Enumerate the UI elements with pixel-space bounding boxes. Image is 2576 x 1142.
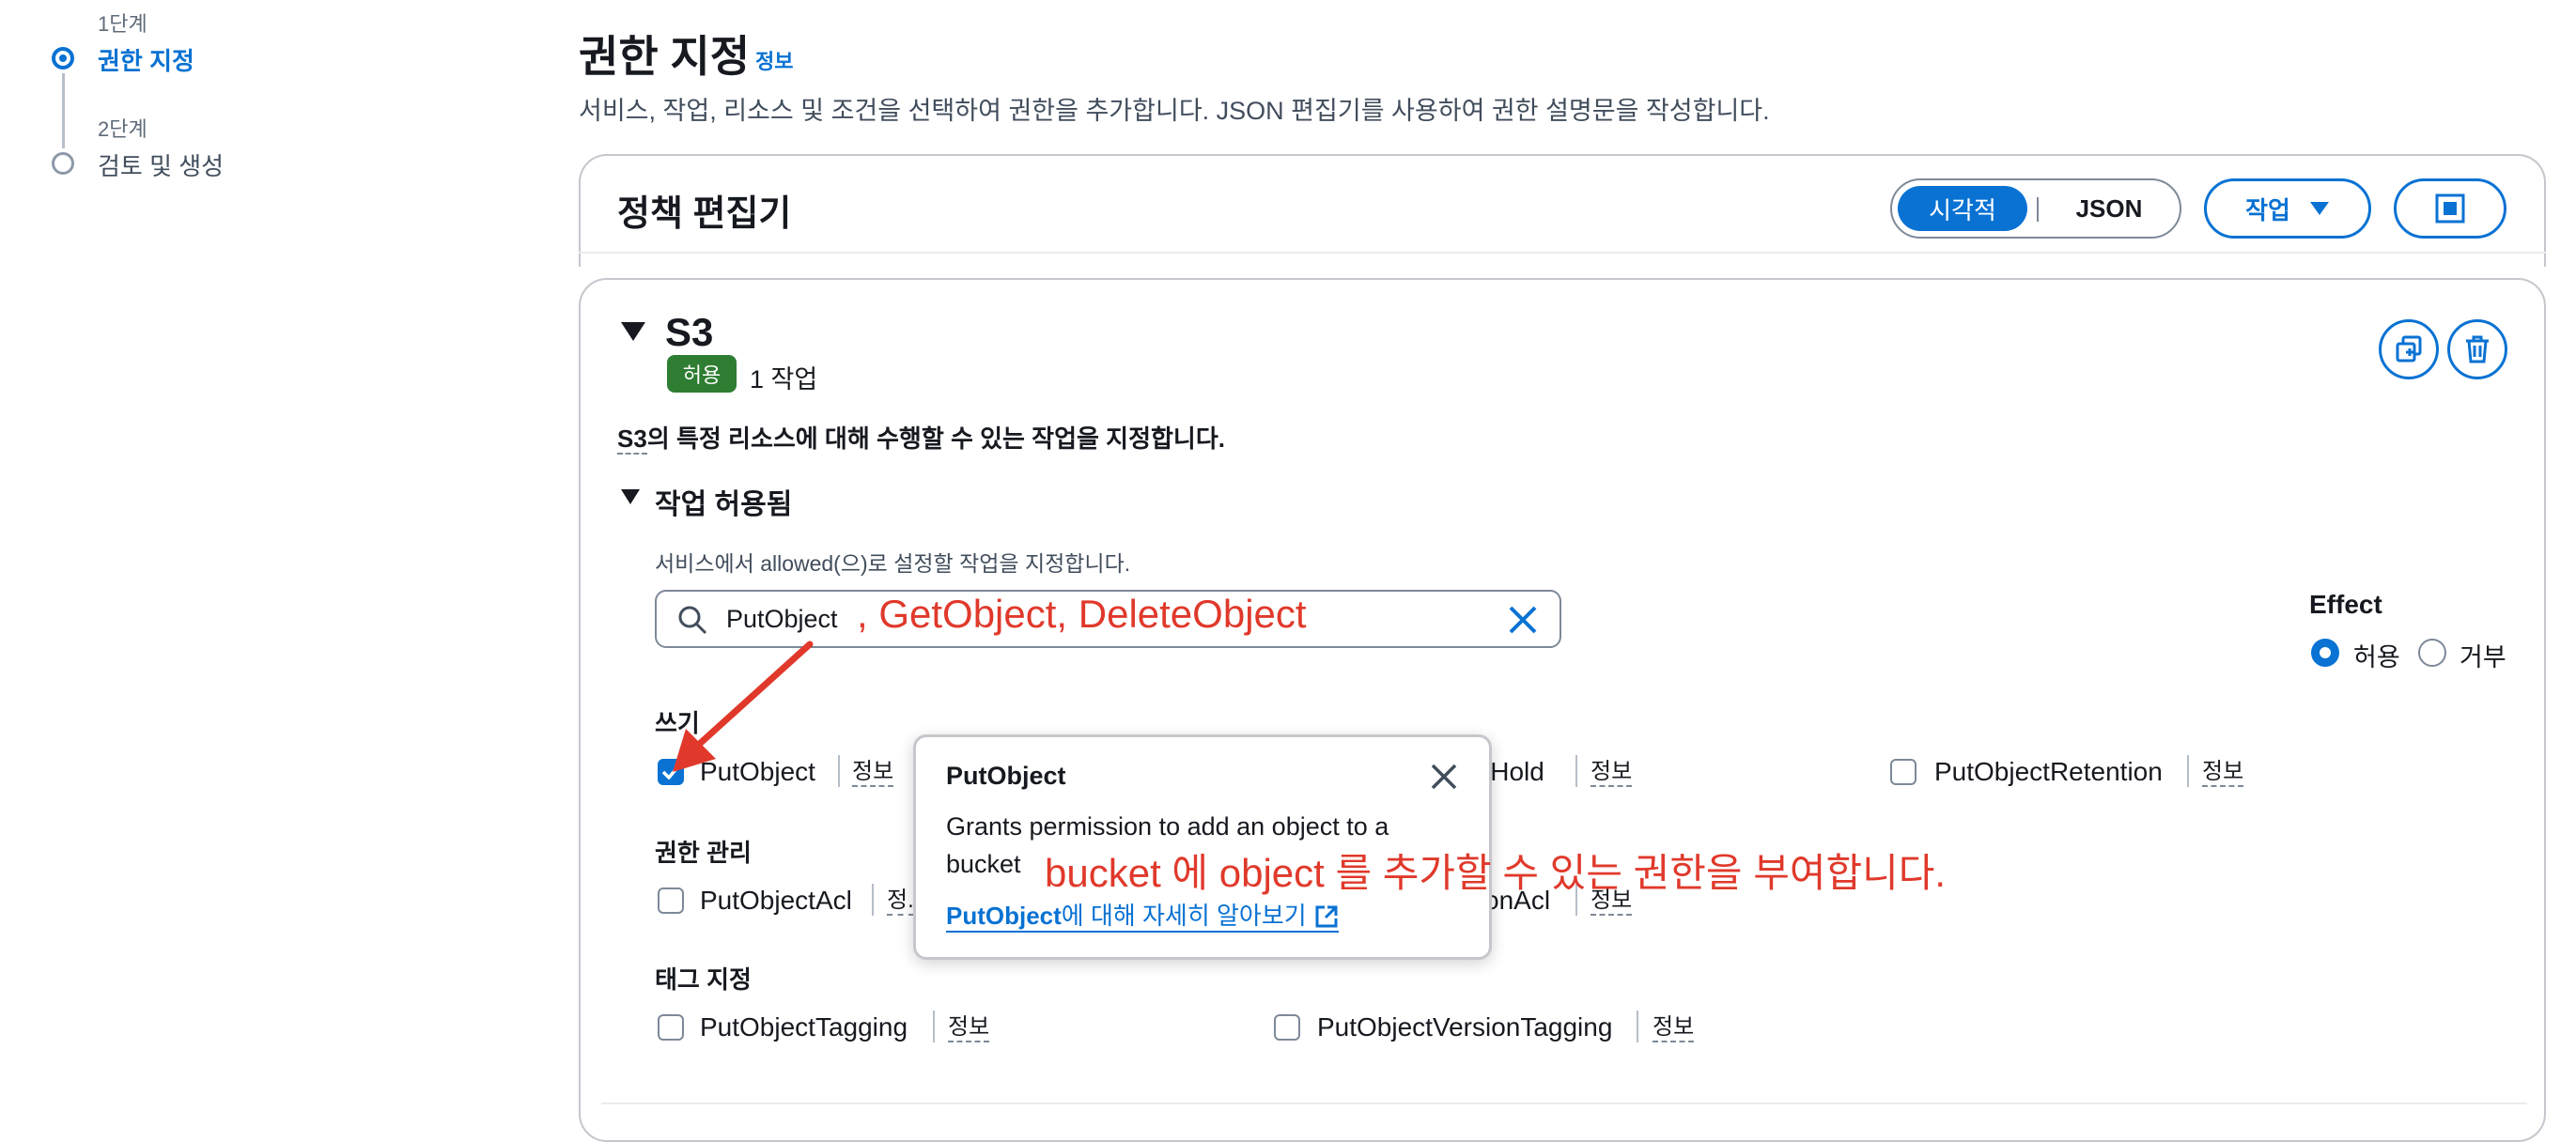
fullscreen-icon: [2435, 193, 2465, 224]
popover-body-line2: bucket: [946, 850, 1021, 878]
info-link-putobjectlegalhold[interactable]: 정보: [1591, 761, 1633, 787]
action-count: 1 작업: [750, 365, 818, 394]
duplicate-icon: [2396, 335, 2422, 363]
separator: [1575, 755, 1577, 787]
checkbox-putobjectretention[interactable]: [1890, 759, 1916, 785]
info-link-putobject[interactable]: 정보: [852, 761, 894, 787]
popover-link-text: 에 대해 자세히 알아보기: [1061, 902, 1307, 930]
effect-allow-label: 허용: [2353, 643, 2400, 671]
checkbox-putobjecttagging[interactable]: [658, 1014, 684, 1041]
step-2-number: 2단계: [98, 117, 147, 141]
info-link-putobjecttagging[interactable]: 정보: [948, 1016, 990, 1042]
panel-divider: [601, 1103, 2527, 1104]
label-putobjectlegalhold[interactable]: lHold: [1484, 757, 1544, 787]
page-description: 서비스, 작업, 리소스 및 조건을 선택하여 권한을 추가합니다. JSON …: [579, 97, 1770, 125]
collapse-caret-icon[interactable]: [620, 321, 646, 342]
effect-title: Effect: [2309, 590, 2382, 619]
actions-dropdown-button[interactable]: 작업: [2204, 178, 2371, 239]
clear-search-icon[interactable]: [1508, 605, 1538, 635]
step-2-title[interactable]: 검토 및 생성: [98, 147, 224, 182]
step-2-indicator: [52, 152, 74, 175]
actions-dropdown-label: 작업: [2245, 195, 2290, 224]
separator: [933, 1011, 935, 1042]
checkbox-putobjectacl[interactable]: [658, 887, 684, 914]
step-1-title[interactable]: 권한 지정: [98, 42, 194, 77]
group-tagging-title: 태그 지정: [655, 965, 752, 994]
page-title: 권한 지정: [579, 32, 751, 81]
trash-icon: [2466, 335, 2489, 363]
fullscreen-button[interactable]: [2394, 178, 2506, 239]
step-1-number: 1단계: [98, 12, 147, 36]
step-1-indicator: [52, 47, 74, 69]
close-icon[interactable]: [1431, 764, 1457, 790]
policy-editor-title: 정책 편집기: [617, 194, 792, 234]
effect-deny-label: 거부: [2460, 643, 2506, 671]
effect-badge: 허용: [667, 355, 737, 393]
service-name[interactable]: S3: [665, 310, 713, 355]
search-icon: [678, 606, 707, 635]
popover-annotation: bucket 에 object 를 추가할 수 있는 권한을 부여합니다.: [1045, 851, 1947, 895]
page-title-info-link[interactable]: 정보: [755, 45, 793, 75]
external-link-icon: [1315, 905, 1338, 928]
search-annotation: , GetObject, DeleteObject: [857, 592, 1307, 636]
service-description-service[interactable]: S3: [617, 424, 647, 455]
toggle-separator: [2037, 197, 2039, 222]
caret-down-icon: [2309, 202, 2329, 215]
actions-allowed-title[interactable]: 작업 허용됨: [655, 481, 792, 522]
label-putobjectversiontagging[interactable]: PutObjectVersionTagging: [1317, 1012, 1612, 1042]
section-caret-icon[interactable]: [620, 488, 641, 505]
action-search-value: PutObject: [726, 605, 838, 633]
annotation-arrow-icon: [673, 640, 814, 772]
popover-link-code: PutObject: [946, 902, 1062, 930]
label-putobjectacl[interactable]: PutObjectAcl: [700, 886, 852, 916]
separator: [872, 884, 874, 916]
info-link-putobjectversiontagging[interactable]: 정보: [1653, 1016, 1695, 1042]
separator: [838, 755, 840, 787]
info-link-putobjectacl[interactable]: 정.: [887, 889, 914, 916]
json-mode-button[interactable]: JSON: [2044, 186, 2174, 231]
label-putobjectretention[interactable]: PutObjectRetention: [1934, 757, 2163, 787]
editor-mode-toggle: 시각적 JSON: [1890, 178, 2181, 239]
separator: [2187, 755, 2189, 787]
service-description: S3의 특정 리소스에 대해 수행할 수 있는 작업을 지정합니다.: [617, 420, 1225, 455]
info-link-putobjectretention[interactable]: 정보: [2202, 761, 2244, 787]
popover-learn-more-link[interactable]: PutObject 에 대해 자세히 알아보기: [946, 902, 1339, 933]
delete-button[interactable]: [2447, 319, 2507, 379]
popover-title: PutObject: [946, 762, 1066, 790]
service-description-text: 의 특정 리소스에 대해 수행할 수 있는 작업을 지정합니다.: [646, 424, 1225, 453]
effect-deny-radio[interactable]: [2418, 639, 2446, 667]
effect-allow-radio[interactable]: [2311, 639, 2339, 667]
checkbox-putobjectversiontagging[interactable]: [1274, 1014, 1300, 1041]
visual-mode-button[interactable]: 시각적: [1898, 186, 2027, 231]
group-permissions-title: 권한 관리: [655, 839, 752, 867]
duplicate-button[interactable]: [2379, 319, 2439, 379]
editor-divider: [579, 252, 2546, 254]
stepper-connector: [62, 73, 65, 148]
label-putobjecttagging[interactable]: PutObjectTagging: [700, 1012, 908, 1042]
separator: [1637, 1011, 1638, 1042]
actions-allowed-hint: 서비스에서 allowed(으)로 설정할 작업을 지정합니다.: [655, 551, 1131, 576]
popover-body-line1: Grants permission to add an object to a: [946, 812, 1389, 841]
